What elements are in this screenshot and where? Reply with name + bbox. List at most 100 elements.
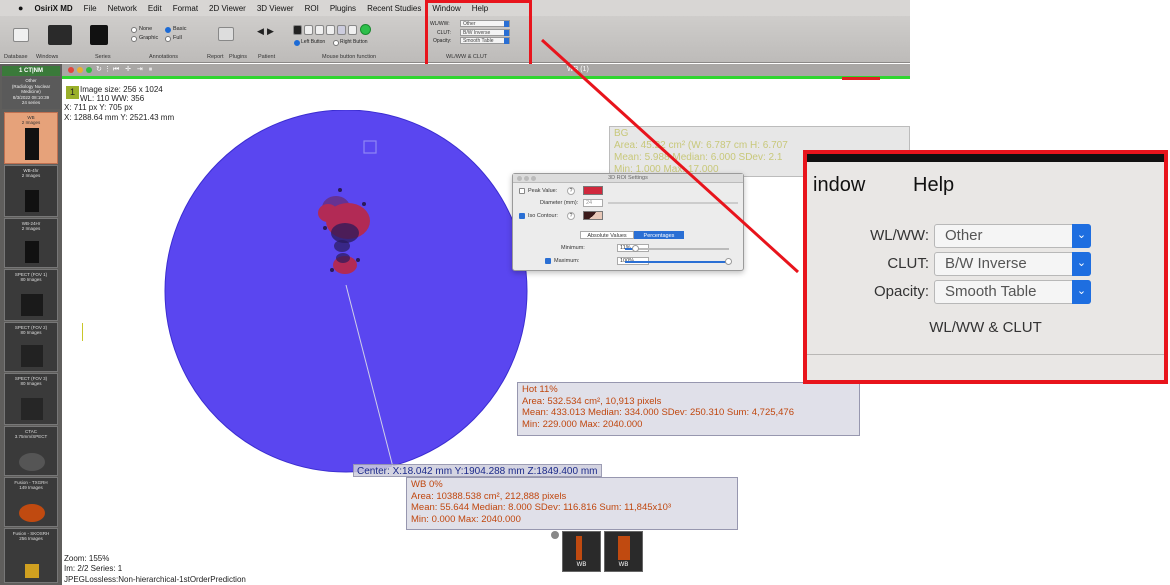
thumbnail-image	[19, 504, 45, 522]
callout-footer: WL/WW & CLUT	[929, 319, 1042, 336]
roi-settings-dialog[interactable]: 3D ROI Settings Peak Value: ? Diameter (…	[512, 173, 744, 271]
close-icon[interactable]	[517, 176, 522, 181]
thumbnail-count: 3.75mm/SPECT	[14, 434, 48, 439]
toolbar-label-report: Report	[207, 54, 224, 60]
thumbnail-series[interactable]: WB-24Hr 2 Images	[4, 218, 58, 268]
peak-value-label: Peak Value:	[528, 188, 558, 194]
green-ball-tool-icon[interactable]	[360, 24, 371, 35]
preview-thumbnail[interactable]: WB	[562, 531, 601, 572]
thumbnail-series[interactable]: SPECT (FOV 1) 80 Images	[4, 269, 58, 321]
minimize-icon[interactable]	[77, 67, 83, 73]
thumbnail-series[interactable]: CTAC 3.75mm/SPECT	[4, 426, 58, 476]
iso-contour-checkbox[interactable]	[519, 213, 525, 219]
series-button[interactable]	[90, 25, 108, 45]
thumbnail-series[interactable]: WB 2 Images	[4, 112, 58, 164]
thumbnail-series[interactable]: SPECT (FOV 3) 80 Images	[4, 373, 58, 425]
menu-network[interactable]: Network	[108, 4, 137, 13]
wlww-tool-icon[interactable]	[293, 25, 302, 35]
thumbnail-series[interactable]: Fusion - SKOSRH 256 Images	[4, 528, 58, 583]
help-icon[interactable]: ?	[567, 212, 575, 220]
study-info-line: 24 series	[21, 100, 41, 105]
maximum-slider-fill	[625, 261, 729, 263]
left-button-label: Left Button	[301, 39, 326, 45]
callout-clut-select: B/W Inverse ⌄	[934, 252, 1091, 276]
windows-button[interactable]	[48, 25, 72, 45]
menu-edit[interactable]: Edit	[148, 4, 162, 13]
peak-color-swatch[interactable]	[583, 186, 603, 195]
pixel-position-text: X: 711 px Y: 705 px	[64, 103, 133, 112]
callout-wlww-value: Other	[945, 227, 983, 244]
roi-wb-min: Min: 0.000 Max: 2040.000	[411, 513, 521, 525]
phantom-image	[164, 110, 528, 475]
roi-hot-stats[interactable]: Hot 11% Area: 532.534 cm², 10,913 pixels…	[517, 382, 860, 436]
next-arrow-icon[interactable]: ▶	[267, 26, 274, 37]
roi-wb-area: Area: 10388.538 cm², 212,888 pixels	[411, 490, 567, 502]
menu-3d-viewer[interactable]: 3D Viewer	[257, 4, 294, 13]
annotations-graphic-radio[interactable]	[131, 36, 137, 42]
zoom-callout: indow Help WL/WW: Other ⌄ CLUT: B/W Inve…	[803, 150, 1168, 384]
absolute-values-segment[interactable]: Absolute Values	[580, 231, 634, 239]
menu-2d-viewer[interactable]: 2D Viewer	[209, 4, 246, 13]
maximize-icon[interactable]	[86, 67, 92, 73]
thumbnail-image	[21, 398, 43, 420]
diameter-field[interactable]: 24	[583, 199, 603, 207]
scale-marker	[82, 323, 83, 341]
menu-app[interactable]: OsiriX MD	[34, 4, 72, 13]
roi-wb-mean: Mean: 55.644 Median: 8.000 SDev: 116.816…	[411, 502, 672, 513]
database-button[interactable]	[13, 28, 29, 42]
annotations-basic-radio[interactable]	[165, 27, 171, 33]
viewer-nav-icons[interactable]: ↻⋮⏮ ✛ ⇥ ⏸	[96, 65, 154, 74]
close-icon[interactable]	[68, 67, 74, 73]
thumbnail-series[interactable]: SPECT (FOV 2) 80 Images	[4, 322, 58, 372]
report-button[interactable]	[218, 27, 234, 41]
minimum-slider[interactable]	[625, 245, 729, 252]
maximum-slider-knob[interactable]	[725, 258, 732, 265]
menu-recent-studies[interactable]: Recent Studies	[367, 4, 421, 13]
callout-wlww-label: WL/WW:	[870, 227, 929, 244]
study-info[interactable]: Other (Radiology Nuclear Medicine) 8/3/2…	[2, 77, 60, 109]
roi-tool-icon[interactable]	[337, 25, 346, 35]
thumbnail-image	[21, 345, 43, 367]
callout-opacity-select: Smooth Table ⌄	[934, 280, 1091, 304]
maximum-checkbox[interactable]	[545, 258, 551, 264]
image-size-text: Image size: 256 x 1024	[80, 85, 163, 94]
series-strip: 1 CT|NM Other (Radiology Nuclear Medicin…	[0, 64, 62, 585]
iso-color-swatch[interactable]	[583, 211, 603, 220]
annotations-full-radio[interactable]	[165, 36, 171, 42]
thumbnail-image	[25, 241, 39, 263]
preview-thumbnail[interactable]: WB	[604, 531, 643, 572]
minimum-slider-knob[interactable]	[632, 245, 639, 252]
menu-plugins[interactable]: Plugins	[330, 4, 356, 13]
maximize-icon[interactable]	[531, 176, 536, 181]
peak-value-checkbox[interactable]	[519, 188, 525, 194]
roi-wb-stats[interactable]: WB 0% Area: 10388.538 cm², 212,888 pixel…	[406, 477, 738, 530]
zoom-tool-icon[interactable]	[315, 25, 324, 35]
series-tab[interactable]: 1 CT|NM	[2, 66, 60, 76]
toolbar-label-windows: Windows	[36, 54, 59, 60]
previous-arrow-icon[interactable]: ◀	[257, 26, 264, 37]
maximum-slider[interactable]	[625, 258, 732, 265]
menu-format[interactable]: Format	[173, 4, 198, 13]
help-icon[interactable]: ?	[567, 187, 575, 195]
dialog-title: 3D ROI Settings	[513, 174, 743, 183]
preview-image	[618, 536, 630, 560]
diameter-slider[interactable]	[608, 202, 738, 204]
menu-file[interactable]: File	[84, 4, 97, 13]
rotate-tool-icon[interactable]	[326, 25, 335, 35]
menu-roi[interactable]: ROI	[305, 4, 319, 13]
percentages-segment[interactable]: Percentages	[634, 231, 684, 239]
right-button-radio[interactable]	[333, 40, 339, 46]
crosshair-tool-icon[interactable]	[348, 25, 357, 35]
thumbnail-image	[25, 190, 39, 212]
roi-bg-name: BG	[614, 128, 629, 139]
thumbnail-series[interactable]: WB-4hr 2 Images	[4, 165, 58, 217]
apple-icon[interactable]: ●	[18, 3, 23, 13]
left-button-radio[interactable]	[294, 40, 300, 46]
toolbar-label-series: Series	[95, 54, 111, 60]
move-tool-icon[interactable]	[304, 25, 313, 35]
preview-badge-icon	[551, 531, 559, 539]
annotations-none-radio[interactable]	[131, 27, 137, 33]
thumbnail-series[interactable]: Fusion - TXGRH 149 Images	[4, 477, 58, 527]
minimize-icon[interactable]	[524, 176, 529, 181]
active-viewer-indicator	[62, 76, 910, 79]
